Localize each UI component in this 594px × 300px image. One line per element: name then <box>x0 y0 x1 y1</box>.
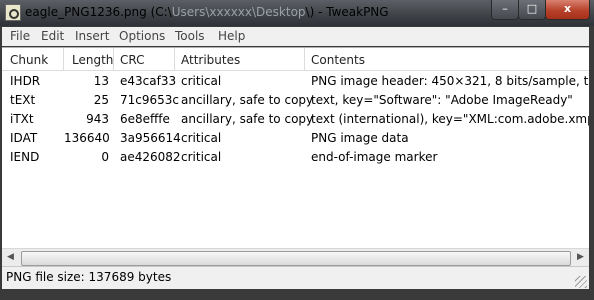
table-row[interactable]: iTXt 943 6e8efffe ancillary, safe to cop… <box>2 109 589 128</box>
scroll-left-arrow-icon[interactable]: ◀ <box>2 249 19 266</box>
chunk-attributes: critical <box>181 131 222 145</box>
col-chunk[interactable]: Chunk <box>10 53 48 67</box>
table-row[interactable]: IEND 0 ae426082 critical end-of-image ma… <box>2 147 589 166</box>
chunk-crc: e43caf33 <box>120 74 177 88</box>
col-attributes[interactable]: Attributes <box>181 53 240 67</box>
title-end: \) - TweakPNG <box>305 5 389 19</box>
col-divider[interactable] <box>113 48 114 70</box>
status-bar: PNG file size: 137689 bytes <box>2 266 589 289</box>
chunk-length: 943 <box>86 112 109 126</box>
menu-bar: File Edit Insert Options Tools Help <box>2 27 589 46</box>
chunk-length: 13 <box>93 74 109 88</box>
chunk-list[interactable]: Chunk Length CRC Attributes Contents IHD… <box>2 47 589 266</box>
chunk-name: IEND <box>10 150 40 164</box>
chunk-length: 0 <box>101 150 109 164</box>
chunk-attributes: critical <box>181 150 222 164</box>
chunk-attributes: ancillary, safe to copy <box>181 93 314 107</box>
chunk-attributes: critical <box>181 74 222 88</box>
chunk-contents: end-of-image marker <box>311 150 438 164</box>
chunk-crc: 3a956614 <box>120 131 181 145</box>
resize-grip-icon[interactable] <box>575 276 587 288</box>
close-icon: x <box>563 2 572 15</box>
chunk-contents: PNG image data <box>311 131 409 145</box>
maximize-button[interactable]: □ <box>518 0 546 20</box>
col-contents[interactable]: Contents <box>311 53 365 67</box>
col-divider[interactable] <box>304 48 305 70</box>
col-divider[interactable] <box>174 48 175 70</box>
chunk-crc: 6e8efffe <box>120 112 170 126</box>
horizontal-scrollbar[interactable]: ◀ ▶ <box>2 248 589 266</box>
chunk-length: 25 <box>93 93 109 107</box>
chunk-contents: text (international), key="XML:com.adobe… <box>311 112 589 126</box>
scrollbar-thumb[interactable] <box>21 251 571 266</box>
close-button[interactable]: x <box>545 0 590 20</box>
chunk-length: 136640 <box>64 131 110 145</box>
table-row[interactable]: IDAT 136640 3a956614 critical PNG image … <box>2 128 589 147</box>
minimize-icon: – <box>502 2 508 15</box>
window-title: eagle_PNG1236.png (C:\Users\xxxxxx\Deskt… <box>25 5 389 19</box>
scroll-right-arrow-icon[interactable]: ▶ <box>572 249 589 266</box>
chunk-contents: text, key="Software": "Adobe ImageReady" <box>311 93 573 107</box>
maximize-icon: □ <box>526 2 538 15</box>
menu-options[interactable]: Options <box>119 29 165 43</box>
chunk-crc: ae426082 <box>120 150 181 164</box>
minimize-button[interactable]: – <box>491 0 519 20</box>
file-size-status: PNG file size: 137689 bytes <box>6 270 172 284</box>
table-row[interactable]: IHDR 13 e43caf33 critical PNG image head… <box>2 71 589 90</box>
chunk-attributes: ancillary, safe to copy <box>181 112 314 126</box>
chunk-name: tEXt <box>10 93 36 107</box>
chunk-name: IHDR <box>10 74 41 88</box>
menu-help[interactable]: Help <box>218 29 245 43</box>
title-start: eagle_PNG1236.png (C:\ <box>25 5 172 19</box>
col-divider[interactable] <box>63 48 64 70</box>
table-row[interactable]: tEXt 25 71c9653c ancillary, safe to copy… <box>2 90 589 109</box>
chunk-contents: PNG image header: 450×321, 8 bits/sample… <box>311 74 589 88</box>
tweakpng-window: eagle_PNG1236.png (C:\Users\xxxxxx\Deskt… <box>0 0 594 300</box>
column-header: Chunk Length CRC Attributes Contents <box>2 48 589 71</box>
chunk-name: iTXt <box>10 112 34 126</box>
chunk-crc: 71c9653c <box>120 93 180 107</box>
title-blurred-path: Users\xxxxxx\Desktop <box>171 5 306 19</box>
col-length[interactable]: Length <box>72 53 113 67</box>
tweakpng-app-icon[interactable] <box>5 4 21 21</box>
menu-edit[interactable]: Edit <box>41 29 64 43</box>
menu-tools[interactable]: Tools <box>175 29 205 43</box>
title-bar[interactable]: eagle_PNG1236.png (C:\Users\xxxxxx\Deskt… <box>0 0 594 26</box>
menu-file[interactable]: File <box>10 29 30 43</box>
chunk-name: IDAT <box>10 131 38 145</box>
menu-insert[interactable]: Insert <box>75 29 109 43</box>
col-crc[interactable]: CRC <box>120 53 145 67</box>
